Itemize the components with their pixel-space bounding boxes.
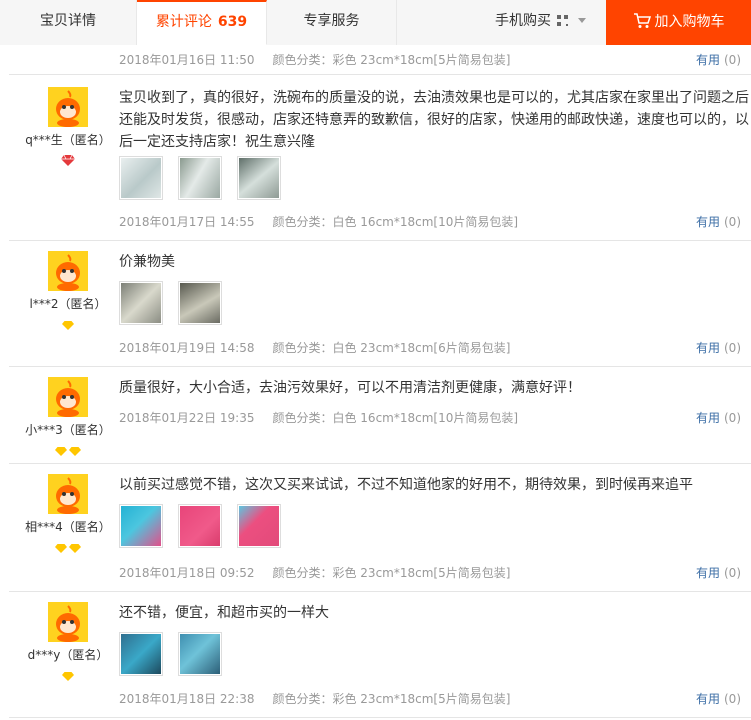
useful-label: 有用 <box>695 692 720 706</box>
review-count: 639 <box>217 14 248 30</box>
add-to-cart-button[interactable]: 加入购物车 <box>606 0 751 45</box>
useful-count: (0) <box>724 215 741 229</box>
review-photos <box>119 281 232 329</box>
useful-count: (0) <box>724 692 741 706</box>
avatar-icon <box>48 87 88 127</box>
review-photos <box>119 632 232 680</box>
two-yellow-diamonds-icon <box>9 441 127 456</box>
review-photos <box>119 504 291 552</box>
review-sku: 颜色分类：白色 23cm*18cm[6片简易包装] <box>272 341 511 355</box>
reviewer-name: q***生（匿名） <box>25 133 111 147</box>
useful-button[interactable]: 有用 (0) <box>696 51 741 68</box>
review-text: 质量很好，大小合适，去油污效果好，可以不用清洁剂更健康，满意好评！ <box>119 380 581 396</box>
review-meta: 2018年01月22日 19:35 颜色分类：白色 16cm*18cm[10片简易… <box>119 409 518 426</box>
add-to-cart-label: 加入购物车 <box>654 14 725 30</box>
review-sku: 颜色分类：白色 16cm*18cm[10片简易包装] <box>272 411 519 425</box>
review-sku: 颜色分类：彩色 23cm*18cm[5片简易包装] <box>272 53 511 67</box>
two-yellow-diamonds-icon <box>9 538 127 553</box>
useful-button[interactable]: 有用 (0) <box>696 564 741 581</box>
avatar-icon <box>48 377 88 417</box>
reviewer: d***y（匿名） <box>9 602 127 681</box>
useful-label: 有用 <box>695 215 720 229</box>
tab-bar: 宝贝详情 累计评论 639 专享服务 手机购买 加入购物车 <box>0 0 751 45</box>
review-photo-thumbnail[interactable] <box>119 281 163 325</box>
review-date: 2018年01月22日 19:35 <box>119 411 255 425</box>
review-date: 2018年01月19日 14:58 <box>119 341 255 355</box>
review-text: 宝贝收到了，真的很好，洗碗布的质量没的说，去油渍效果也是可以的，尤其店家在家里出… <box>119 90 749 150</box>
reviewer-name: d***y（匿名） <box>27 648 109 662</box>
useful-label: 有用 <box>695 411 720 425</box>
review-photo-thumbnail[interactable] <box>178 281 223 325</box>
review-item: q***生（匿名） 宝贝收到了，真的很好，洗碗布的质量没的说，去油渍效果也是可以… <box>9 75 751 241</box>
useful-count: (0) <box>724 53 741 67</box>
review-item: 相***4（匿名） 以前买过感觉不错，这次又买来试试，不过不知道他家的好用不，期… <box>9 464 751 592</box>
review-sku: 颜色分类：彩色 23cm*18cm[5片简易包装] <box>272 692 511 706</box>
mobile-buy-button[interactable]: 手机购买 <box>397 0 606 45</box>
reviewer-name: 相***4（匿名） <box>25 520 111 534</box>
useful-button[interactable]: 有用 (0) <box>696 213 741 230</box>
cart-icon <box>633 13 651 28</box>
review-photo-thumbnail[interactable] <box>119 632 163 676</box>
reviewer: l***2（匿名） <box>9 251 127 330</box>
review-text: 价兼物美 <box>119 254 175 270</box>
review-sku: 颜色分类：白色 16cm*18cm[10片简易包装] <box>272 215 519 229</box>
yellow-diamond-icon <box>9 315 127 330</box>
useful-count: (0) <box>724 566 741 580</box>
review-date: 2018年01月18日 22:38 <box>119 692 255 706</box>
review-photos <box>119 156 291 204</box>
tab-product-detail[interactable]: 宝贝详情 <box>0 0 137 45</box>
useful-label: 有用 <box>695 566 720 580</box>
tab-exclusive-service[interactable]: 专享服务 <box>267 0 397 45</box>
reviewer: 小***3（匿名） <box>9 377 127 456</box>
review-meta: 2018年01月17日 14:55 颜色分类：白色 16cm*18cm[10片简易… <box>119 213 518 230</box>
useful-button[interactable]: 有用 (0) <box>696 339 741 356</box>
useful-label: 有用 <box>695 53 720 67</box>
mobile-buy-label: 手机购买 <box>495 13 551 29</box>
review-photo-thumbnail[interactable] <box>178 632 223 676</box>
avatar-icon <box>48 474 88 514</box>
useful-button[interactable]: 有用 (0) <box>696 409 741 426</box>
useful-count: (0) <box>724 411 741 425</box>
useful-count: (0) <box>724 341 741 355</box>
review-photo-thumbnail[interactable] <box>119 156 163 200</box>
tab-reviews[interactable]: 累计评论 639 <box>137 0 267 45</box>
chevron-down-icon <box>578 18 586 23</box>
reviewer: q***生（匿名） <box>9 87 127 166</box>
review-meta: 2018年01月18日 22:38 颜色分类：彩色 23cm*18cm[5片简易包… <box>119 690 510 707</box>
tab-label: 专享服务 <box>303 13 360 29</box>
avatar-icon <box>48 602 88 642</box>
review-list: 2018年01月16日 11:50 颜色分类：彩色 23cm*18cm[5片简易包… <box>9 45 751 718</box>
review-date: 2018年01月17日 14:55 <box>119 215 255 229</box>
review-meta: 2018年01月19日 14:58 颜色分类：白色 23cm*18cm[6片简易包… <box>119 339 510 356</box>
review-item: l***2（匿名） 价兼物美 2018年01月19日 14:58 颜色分类：白色 … <box>9 241 751 367</box>
avatar-icon <box>48 251 88 291</box>
review-photo-thumbnail[interactable] <box>178 504 223 548</box>
reviewer: 相***4（匿名） <box>9 474 127 553</box>
reviewer-name: 小***3（匿名） <box>25 423 111 437</box>
review-item: d***y（匿名） 还不错，便宜，和超市买的一样大 2018年01月18日 22… <box>9 592 751 718</box>
review-meta: 2018年01月18日 09:52 颜色分类：彩色 23cm*18cm[5片简易包… <box>119 564 510 581</box>
review-date: 2018年01月18日 09:52 <box>119 566 255 580</box>
review-photo-thumbnail[interactable] <box>119 504 163 548</box>
review-meta: 2018年01月16日 11:50 颜色分类：彩色 23cm*18cm[5片简易包… <box>119 51 510 68</box>
review-photo-thumbnail[interactable] <box>178 156 223 200</box>
reviewer-name: l***2（匿名） <box>29 297 107 311</box>
review-sku: 颜色分类：彩色 23cm*18cm[5片简易包装] <box>272 566 511 580</box>
review-meta-row: 2018年01月16日 11:50 颜色分类：彩色 23cm*18cm[5片简易包… <box>9 45 751 75</box>
qr-code-icon <box>557 15 568 26</box>
useful-button[interactable]: 有用 (0) <box>696 690 741 707</box>
review-photo-thumbnail[interactable] <box>237 156 282 200</box>
yellow-diamond-icon <box>9 666 127 681</box>
tab-label: 宝贝详情 <box>40 13 96 29</box>
useful-label: 有用 <box>695 341 720 355</box>
red-diamond-icon <box>9 151 127 166</box>
tab-label: 累计评论 <box>155 14 212 30</box>
review-item: 小***3（匿名） 质量很好，大小合适，去油污效果好，可以不用清洁剂更健康，满意… <box>9 367 751 464</box>
review-date: 2018年01月16日 11:50 <box>119 53 255 67</box>
review-text: 以前买过感觉不错，这次又买来试试，不过不知道他家的好用不，期待效果，到时候再来追… <box>119 477 693 493</box>
review-photo-thumbnail[interactable] <box>237 504 282 548</box>
review-text: 还不错，便宜，和超市买的一样大 <box>119 605 329 621</box>
